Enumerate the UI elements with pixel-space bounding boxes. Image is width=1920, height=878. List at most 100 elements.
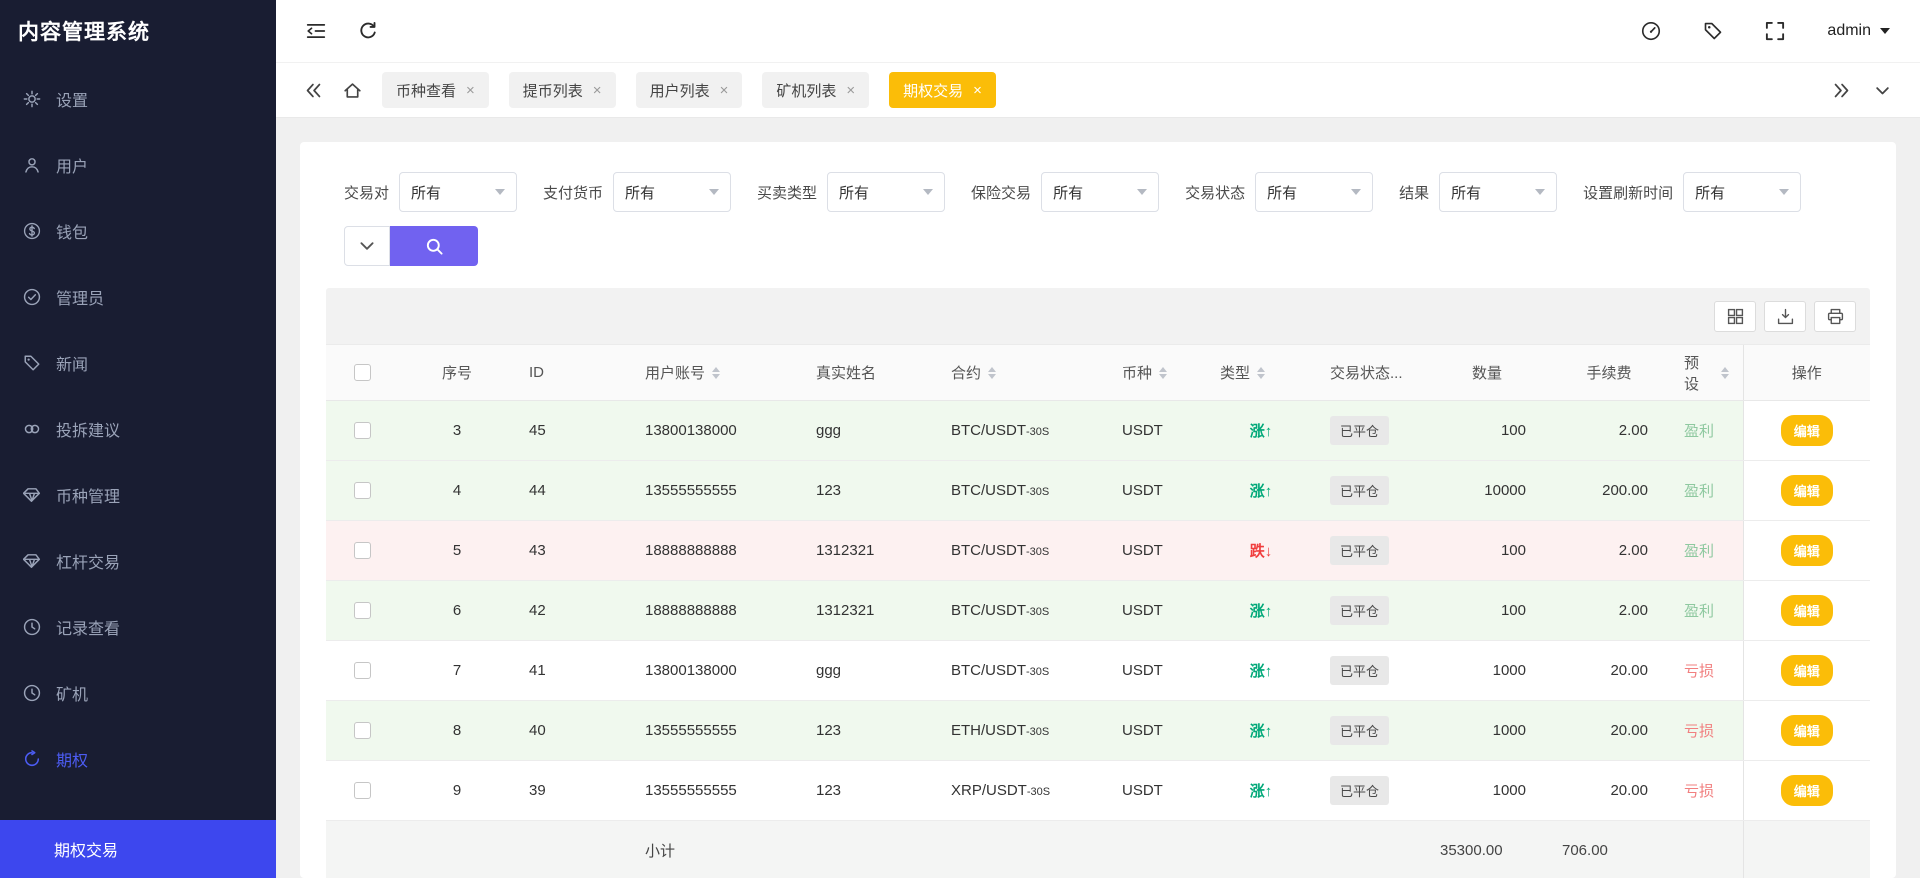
edit-button[interactable]: 编辑 [1780, 775, 1833, 806]
cell-status: 已平仓 [1316, 520, 1426, 581]
print-icon[interactable] [1814, 300, 1856, 332]
sort-icon[interactable] [1257, 366, 1266, 379]
tab-options-trade[interactable]: 期权交易 × [889, 72, 996, 108]
table-row: 5 43 18888888888 1312321 BTC/USDT-30S US… [326, 520, 1870, 581]
tabbar: 币种查看 × 提币列表 × 用户列表 × 矿机列表 × 期权交易 × [276, 62, 1920, 118]
tag-icon[interactable] [1703, 21, 1723, 41]
row-checkbox[interactable] [354, 602, 371, 620]
options-trade-table: 序号 ID 用户账号 真实姓名 合约 币种 类型 交易状态... 数量 手续费 [326, 344, 1870, 878]
sort-icon[interactable] [988, 366, 997, 379]
cell-preset: 亏损 [1670, 640, 1743, 701]
sidebar-item-coins[interactable]: 币种管理 [0, 462, 276, 528]
cell-id: 43 [515, 520, 631, 581]
refresh-time-select[interactable]: 所有 [1683, 172, 1802, 212]
row-checkbox[interactable] [354, 662, 371, 680]
tabs-scroll-left-icon[interactable] [304, 81, 323, 100]
sidebar-item-label: 期权 [56, 753, 89, 770]
tab-close-icon[interactable]: × [973, 83, 982, 98]
filter-group-pair: 交易对 所有 [344, 172, 518, 212]
select-all-checkbox[interactable] [354, 364, 371, 382]
cell-currency: USDT [1108, 700, 1206, 761]
sort-icon[interactable] [1159, 366, 1168, 379]
edit-button[interactable]: 编辑 [1780, 475, 1833, 506]
edit-button[interactable]: 编辑 [1780, 415, 1833, 446]
chevron-down-icon [1779, 189, 1790, 195]
sidebar-item-users[interactable]: 用户 [0, 132, 276, 198]
subtotal-amount: 35300.00 [1426, 820, 1548, 878]
refresh-icon[interactable] [358, 21, 378, 41]
options-trade-panel: 交易对 所有 支付货币 所有 买卖类型 所有 保险交易 所有 交易状态 所有 结… [300, 142, 1896, 878]
tab-user-list[interactable]: 用户列表 × [635, 72, 743, 108]
cell-contract: BTC/USDT-30S [937, 580, 1108, 641]
cell-actions: 编辑 [1742, 640, 1870, 701]
trade-type-select[interactable]: 所有 [827, 172, 946, 212]
pair-select[interactable]: 所有 [399, 172, 518, 212]
tab-withdraw-list[interactable]: 提币列表 × [508, 72, 616, 108]
cell-type: 涨↑ [1206, 580, 1316, 641]
tab-miner-list[interactable]: 矿机列表 × [762, 72, 870, 108]
tab-coin-view[interactable]: 币种查看 × [382, 72, 489, 108]
sidebar-item-miners[interactable]: 矿机 [0, 660, 276, 726]
search-button[interactable] [390, 226, 478, 266]
pay-currency-select[interactable]: 所有 [613, 172, 732, 212]
sidebar-item-feedback[interactable]: 投拆建议 [0, 396, 276, 462]
subtotal-row: 小计 35300.00 706.00 [326, 820, 1870, 878]
edit-button[interactable]: 编辑 [1780, 535, 1833, 566]
sort-icon[interactable] [1720, 366, 1729, 379]
cell-preset: 盈利 [1670, 460, 1743, 521]
export-icon[interactable] [1764, 300, 1806, 332]
edit-button[interactable]: 编辑 [1780, 715, 1833, 746]
sidebar-item-news[interactable]: 新闻 [0, 330, 276, 396]
cell-type: 涨↑ [1206, 640, 1316, 701]
sidebar-item-wallet[interactable]: 钱包 [0, 198, 276, 264]
cell-contract: ETH/USDT-30S [937, 700, 1108, 761]
cell-preset: 盈利 [1670, 400, 1743, 461]
sidebar-item-label: 杠杆交易 [56, 555, 121, 572]
cell-account: 18888888888 [631, 520, 802, 581]
dashboard-icon[interactable] [1641, 21, 1661, 41]
cell-contract: XRP/USDT-30S [937, 760, 1108, 821]
sidebar-item-options-trade[interactable]: 期权交易 [0, 820, 276, 878]
tab-close-icon[interactable]: × [720, 83, 729, 98]
filter-group-trade-type: 买卖类型 所有 [757, 172, 946, 212]
home-icon[interactable] [343, 81, 362, 100]
table-row: 7 41 13800138000 ggg BTC/USDT-30S USDT 涨… [326, 640, 1870, 701]
cell-contract: BTC/USDT-30S [937, 640, 1108, 701]
sidebar-item-options[interactable]: 期权 [0, 726, 276, 792]
diamond-icon [23, 552, 41, 570]
tab-close-icon[interactable]: × [466, 83, 475, 98]
topbar-right: admin [1641, 21, 1890, 41]
cell-actions: 编辑 [1742, 400, 1870, 461]
sidebar-collapse-icon[interactable] [306, 21, 326, 41]
tab-close-icon[interactable]: × [593, 83, 602, 98]
sidebar-item-label: 新闻 [56, 357, 89, 374]
sidebar-item-label: 设置 [56, 93, 89, 110]
edit-button[interactable]: 编辑 [1780, 595, 1833, 626]
sidebar-item-label: 管理员 [56, 291, 105, 308]
result-select[interactable]: 所有 [1439, 172, 1558, 212]
row-checkbox[interactable] [354, 422, 371, 440]
tabs-menu-chevron-icon[interactable] [1873, 81, 1892, 100]
sidebar-item-records[interactable]: 记录查看 [0, 594, 276, 660]
fullscreen-icon[interactable] [1765, 21, 1785, 41]
tabs-scroll-right-icon[interactable] [1832, 81, 1851, 100]
sidebar-item-settings[interactable]: 设置 [0, 66, 276, 132]
row-checkbox[interactable] [354, 482, 371, 500]
row-checkbox[interactable] [354, 542, 371, 560]
status-badge: 已平仓 [1330, 416, 1390, 445]
row-checkbox[interactable] [354, 722, 371, 740]
columns-icon[interactable] [1714, 300, 1756, 332]
sort-icon[interactable] [712, 366, 721, 379]
tab-close-icon[interactable]: × [846, 83, 855, 98]
row-checkbox[interactable] [354, 782, 371, 800]
cell-currency: USDT [1108, 460, 1206, 521]
filter-collapse-button[interactable] [344, 226, 390, 266]
trade-status-select[interactable]: 所有 [1255, 172, 1374, 212]
cell-seq: 7 [399, 640, 515, 701]
user-menu[interactable]: admin [1827, 22, 1890, 40]
sidebar-item-admins[interactable]: 管理员 [0, 264, 276, 330]
edit-button[interactable]: 编辑 [1780, 655, 1833, 686]
sidebar-item-leverage[interactable]: 杠杆交易 [0, 528, 276, 594]
cell-contract: BTC/USDT-30S [937, 520, 1108, 581]
insurance-select[interactable]: 所有 [1041, 172, 1160, 212]
